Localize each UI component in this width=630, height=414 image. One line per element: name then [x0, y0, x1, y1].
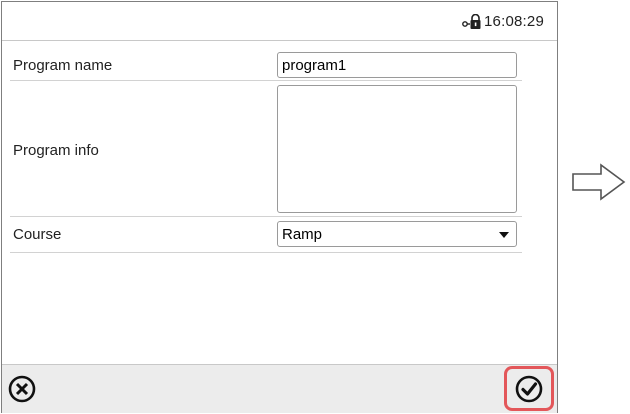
checkmark-circle-icon — [515, 375, 543, 403]
program-name-row: Program name program1 — [10, 42, 522, 81]
program-info-label: Program info — [13, 142, 99, 159]
course-selected-value: Ramp — [282, 226, 323, 243]
program-name-input[interactable]: program1 — [277, 52, 517, 78]
program-info-row: Program info — [10, 81, 522, 217]
controller-screen: 16:08:29 Program name program1 Program i… — [1, 1, 558, 413]
next-step-arrow-icon — [572, 163, 626, 201]
program-info-textarea[interactable] — [277, 85, 517, 213]
cancel-x-circle-icon[interactable] — [7, 374, 37, 404]
chevron-down-icon — [499, 232, 509, 238]
clock-time: 16:08:29 — [484, 13, 544, 30]
confirm-button[interactable] — [504, 366, 554, 411]
course-dropdown[interactable]: Ramp — [277, 221, 517, 247]
program-name-label: Program name — [13, 57, 113, 74]
status-bar: 16:08:29 — [2, 2, 557, 41]
door-lock-icon — [462, 14, 481, 29]
course-label: Course — [13, 226, 62, 243]
course-row: Course Ramp — [10, 217, 522, 253]
action-bar — [2, 364, 557, 413]
program-name-value: program1 — [282, 57, 347, 74]
